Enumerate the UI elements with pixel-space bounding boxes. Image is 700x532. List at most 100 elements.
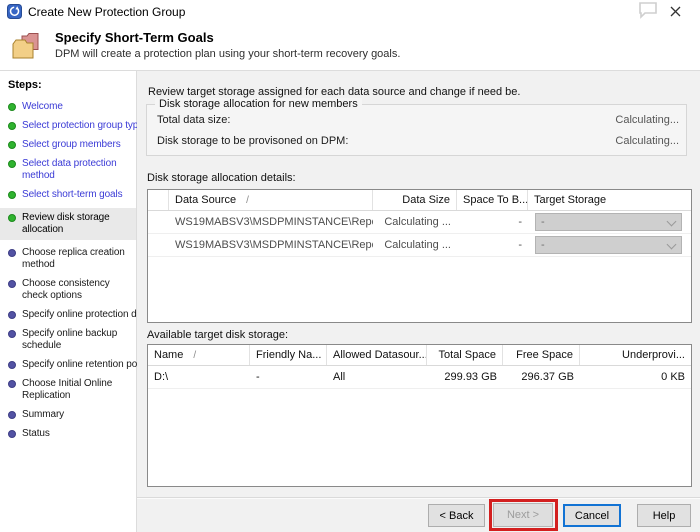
sort-ascending-icon: / (246, 195, 249, 206)
sidebar-item-label: Choose Initial Online Replication (22, 378, 113, 401)
friendly-name-cell: - (256, 371, 260, 383)
sidebar-item-specify-online-backup-schedule: Specify online backup schedule (0, 328, 136, 352)
page-title: Specify Short-Term Goals (55, 30, 214, 45)
disk-allocation-groupbox: Disk storage allocation for new members … (146, 98, 687, 156)
details-table-label: Disk storage allocation details: (147, 172, 296, 184)
column-header-space-to-b[interactable]: Space To B... (457, 190, 528, 210)
data-source-cell: WS19MABSV3\MSDPMINSTANCE\ReportServe... (175, 239, 373, 251)
intro-text: Review target storage assigned for each … (148, 86, 521, 98)
groupbox-title: Disk storage allocation for new members (155, 98, 362, 110)
step-pending-bullet (8, 330, 16, 338)
sidebar-item-label: Summary (22, 409, 65, 420)
step-pending-bullet (8, 380, 16, 388)
wizard-header: Specify Short-Term Goals DPM will create… (0, 24, 700, 70)
table-row[interactable]: WS19MABSV3\MSDPMINSTANCE\ReportServe... … (148, 234, 691, 257)
main-content: Review target storage assigned for each … (137, 71, 700, 532)
feedback-bubble-icon[interactable] (636, 1, 660, 19)
target-storage-dropdown[interactable]: - (535, 213, 682, 231)
sidebar-item-specify-online-retention-policy: Specify online retention policy (0, 359, 151, 371)
window-title: Create New Protection Group (28, 5, 186, 19)
sidebar-item-status: Status (0, 428, 136, 440)
details-table-header: Data Source / Data Size Space To B... Tar… (148, 190, 691, 211)
total-data-size-value: Calculating... (615, 114, 679, 126)
underprovisioned-cell: 0 KB (661, 371, 685, 383)
sidebar-item-select-data-protection-method[interactable]: Select data protection method (0, 158, 136, 182)
sidebar-item-label: Specify online backup schedule (22, 328, 118, 351)
step-done-bullet (8, 160, 16, 168)
cancel-button[interactable]: Cancel (563, 504, 621, 527)
sidebar-item-label: Specify online retention policy (22, 359, 152, 370)
step-pending-bullet (8, 411, 16, 419)
sidebar-item-label: Select data protection method (22, 158, 117, 181)
step-done-bullet (8, 103, 16, 111)
step-pending-bullet (8, 430, 16, 438)
table-row[interactable]: WS19MABSV3\MSDPMINSTANCE\ReportServe... … (148, 211, 691, 234)
sidebar-item-label: Status (22, 428, 50, 439)
sidebar-item-select-protection-group-type[interactable]: Select protection group type (0, 120, 144, 132)
column-header-friendly-name[interactable]: Friendly Na... (250, 345, 327, 365)
step-pending-bullet (8, 311, 16, 319)
step-done-bullet (8, 122, 16, 130)
sidebar-item-label: Welcome (22, 101, 63, 112)
column-header-underprovisioned[interactable]: Underprovi... (580, 345, 691, 365)
target-storage-dropdown[interactable]: - (535, 236, 682, 254)
sidebar-item-select-group-members[interactable]: Select group members (0, 139, 136, 151)
step-pending-bullet (8, 361, 16, 369)
step-current-bullet (8, 214, 16, 222)
back-button[interactable]: < Back (428, 504, 485, 527)
column-header-data-source[interactable]: Data Source / (169, 190, 373, 210)
steps-heading: Steps: (8, 79, 42, 91)
step-done-bullet (8, 191, 16, 199)
sidebar-item-choose-consistency-check-options: Choose consistency check options (0, 278, 136, 302)
sidebar-item-choose-initial-online-replication: Choose Initial Online Replication (0, 378, 136, 402)
space-cell: - (518, 216, 522, 228)
sidebar-item-label: Choose replica creation method (22, 247, 125, 270)
next-button[interactable]: Next > (493, 503, 553, 527)
column-header-target-storage[interactable]: Target Storage (528, 190, 691, 210)
table-row[interactable]: D:\ - All 299.93 GB 296.37 GB 0 KB (148, 366, 691, 389)
sidebar-item-welcome[interactable]: Welcome (0, 101, 136, 113)
sidebar-item-label: Select group members (22, 139, 121, 150)
sidebar-item-select-short-term-goals[interactable]: Select short-term goals (0, 189, 136, 201)
data-size-cell: Calculating ... (384, 239, 451, 251)
sidebar-item-label: Select short-term goals (22, 189, 123, 200)
create-protection-group-dialog: Create New Protection Group Specify Shor… (0, 0, 700, 532)
chevron-down-icon (666, 216, 677, 227)
disk-storage-allocation-details-table: Data Source / Data Size Space To B... Tar… (147, 189, 692, 323)
available-table-header: Name / Friendly Na... Allowed Datasour...… (148, 345, 691, 366)
sidebar-item-label: Review disk storage allocation (22, 212, 110, 235)
available-target-disk-storage-table: Name / Friendly Na... Allowed Datasour...… (147, 344, 692, 487)
sidebar-item-review-disk-storage-allocation[interactable]: Review disk storage allocation (0, 208, 136, 240)
sidebar-item-choose-replica-creation-method: Choose replica creation method (0, 247, 136, 271)
protection-group-folder-icon (12, 33, 39, 59)
title-bar: Create New Protection Group (0, 0, 700, 24)
steps-sidebar: Steps: Welcome Select protection group t… (0, 71, 151, 532)
column-header-name[interactable]: Name / (148, 345, 250, 365)
data-source-cell: WS19MABSV3\MSDPMINSTANCE\ReportServe... (175, 216, 373, 228)
step-pending-bullet (8, 280, 16, 288)
free-space-cell: 296.37 GB (521, 371, 574, 383)
available-table-label: Available target disk storage: (147, 329, 289, 341)
column-header-total-space[interactable]: Total Space (427, 345, 503, 365)
sort-ascending-icon: / (193, 350, 197, 361)
column-header-allowed-datasources[interactable]: Allowed Datasour... (327, 345, 427, 365)
chevron-down-icon (666, 239, 677, 250)
disk-storage-provisioned-value: Calculating... (615, 135, 679, 147)
space-cell: - (518, 239, 522, 251)
step-done-bullet (8, 141, 16, 149)
column-header-data-size[interactable]: Data Size (373, 190, 457, 210)
sidebar-item-label: Choose consistency check options (22, 278, 110, 301)
header-spacer-cell (148, 190, 169, 210)
footer-divider (137, 497, 700, 499)
total-data-size-label: Total data size: (157, 114, 231, 126)
sidebar-item-specify-online-protection-data: Specify online protection data (0, 309, 150, 321)
volume-name-cell: D:\ (154, 371, 169, 383)
allowed-datasources-cell: All (333, 371, 346, 383)
sidebar-item-summary: Summary (0, 409, 136, 421)
help-button[interactable]: Help (637, 504, 691, 527)
close-icon[interactable] (663, 2, 687, 21)
total-space-cell: 299.93 GB (444, 371, 497, 383)
step-pending-bullet (8, 249, 16, 257)
column-header-free-space[interactable]: Free Space (503, 345, 580, 365)
sidebar-item-label: Select protection group type (22, 120, 144, 131)
